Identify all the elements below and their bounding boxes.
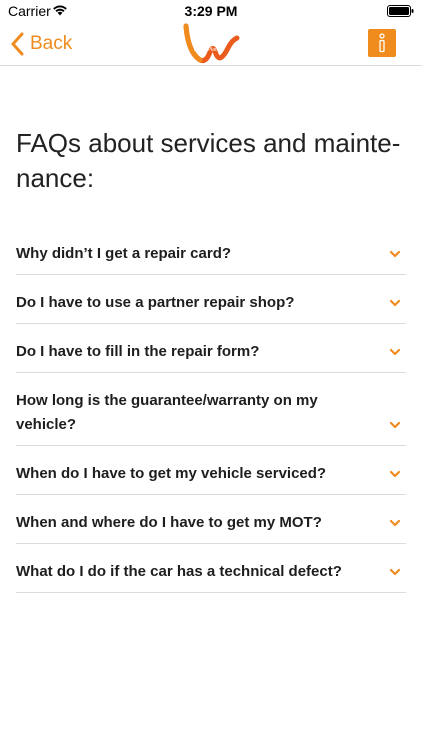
faq-list: Why didn’t I get a repair card? Do I hav…: [16, 226, 406, 593]
back-label: Back: [30, 33, 73, 54]
logo-text: LeasePlan: [194, 47, 218, 53]
leaseplan-logo: LeasePlan: [183, 23, 240, 64]
faq-item-repair-card[interactable]: Why didn’t I get a repair card?: [16, 226, 406, 275]
faq-item-mot[interactable]: When and where do I have to get my MOT?: [16, 495, 406, 544]
faq-question: Do I have to fill in the repair form?: [16, 343, 260, 360]
info-button[interactable]: [368, 29, 396, 57]
chevron-down-icon: [389, 299, 401, 307]
chevron-down-icon: [389, 421, 401, 429]
faq-item-warranty[interactable]: How long is the guarantee/warranty on my…: [16, 373, 406, 446]
screen: Carrier 3:29 PM Back LeasePlan FAQs abou…: [0, 0, 422, 750]
info-icon: [379, 33, 385, 53]
faq-item-technical-defect[interactable]: What do I do if the car has a technical …: [16, 544, 406, 593]
chevron-down-icon: [389, 348, 401, 356]
faq-question: How long is the guarantee/warranty on my…: [16, 392, 318, 433]
chevron-down-icon: [389, 250, 401, 258]
faq-item-vehicle-service[interactable]: When do I have to get my vehicle service…: [16, 446, 406, 495]
page-title: FAQs about services and mainte-nance:: [16, 128, 401, 193]
faq-question: Do I have to use a partner repair shop?: [16, 294, 295, 311]
chevron-left-icon: [11, 32, 24, 56]
status-time: 3:29 PM: [184, 3, 238, 19]
faq-question: Why didn’t I get a repair card?: [16, 245, 232, 262]
faq-question: What do I do if the car has a technical …: [16, 563, 342, 580]
back-button[interactable]: Back: [10, 30, 72, 58]
faq-item-partner-repair-shop[interactable]: Do I have to use a partner repair shop?: [16, 275, 406, 324]
battery-icon: [387, 5, 414, 17]
chevron-down-icon: [389, 568, 401, 576]
faq-question: When do I have to get my vehicle service…: [16, 465, 327, 482]
faq-item-repair-form[interactable]: Do I have to fill in the repair form?: [16, 324, 406, 373]
chevron-down-icon: [389, 470, 401, 478]
nav-bar: Back LeasePlan: [0, 22, 422, 66]
chevron-down-icon: [389, 519, 401, 527]
faq-question: When and where do I have to get my MOT?: [16, 514, 322, 531]
status-bar: Carrier 3:29 PM: [0, 0, 422, 22]
